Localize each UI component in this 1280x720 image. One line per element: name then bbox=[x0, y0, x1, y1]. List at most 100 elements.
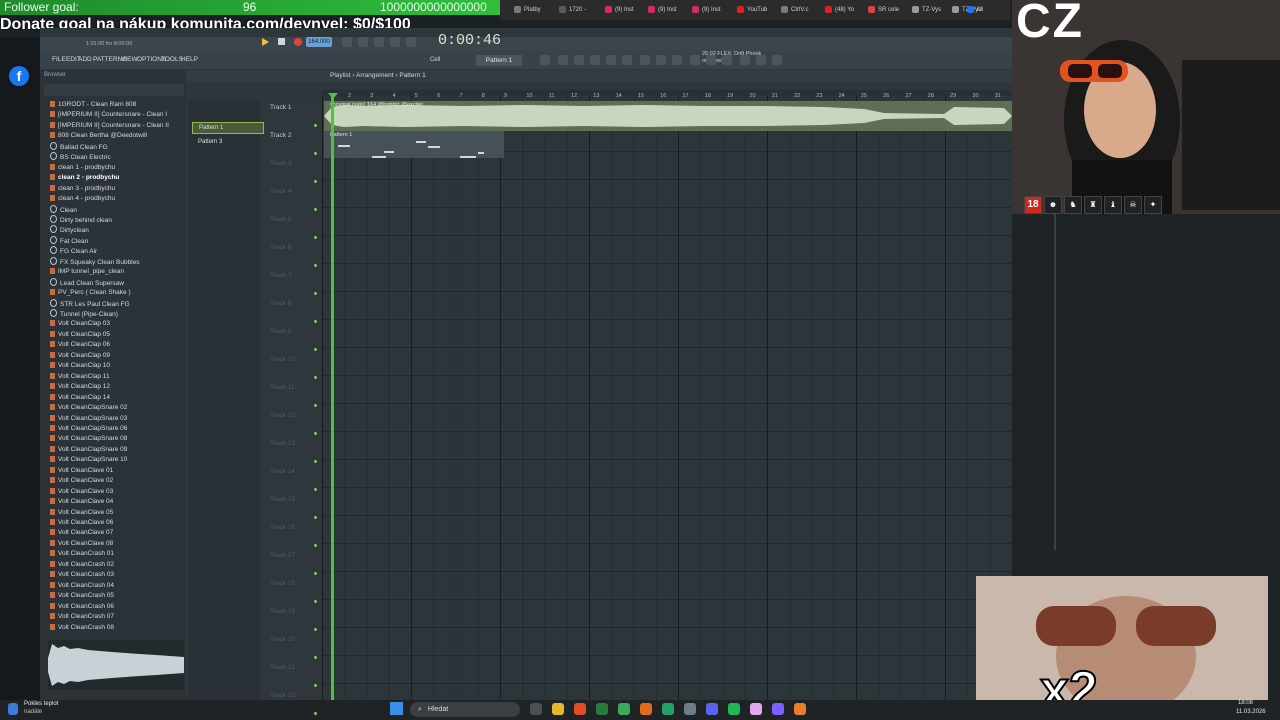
taskbar-app-icon[interactable] bbox=[618, 703, 630, 715]
track-mute-led[interactable] bbox=[314, 600, 317, 603]
browser-item[interactable]: Volt CleanClap 03 bbox=[50, 319, 110, 329]
browser-item[interactable]: Volt CleanClapSnare 06 bbox=[50, 424, 127, 434]
play-icon[interactable] bbox=[262, 38, 269, 46]
browser-item[interactable]: 1GRODT - Clean Rarri 808 bbox=[50, 100, 136, 110]
toolbar-button[interactable] bbox=[390, 37, 400, 47]
toolbar-button[interactable] bbox=[740, 55, 750, 65]
track-mute-led[interactable] bbox=[314, 264, 317, 267]
browser-item[interactable]: Volt CleanCrash 04 bbox=[50, 581, 114, 591]
browser-item[interactable]: Tunnel (Pipe-Clean) bbox=[50, 309, 118, 320]
browser-item[interactable]: Volt CleanClapSnare 08 bbox=[50, 434, 127, 444]
track-header-label[interactable]: Track 18 bbox=[270, 580, 295, 587]
tempo-display[interactable]: 164.000 bbox=[306, 37, 332, 47]
taskbar-app-icon[interactable] bbox=[640, 703, 652, 715]
browser-item[interactable]: Clean bbox=[50, 204, 77, 216]
toolbar-button[interactable] bbox=[342, 37, 352, 47]
track-header-label[interactable]: Track 10 bbox=[270, 356, 295, 363]
browser-item[interactable]: Volt CleanClave 02 bbox=[50, 476, 113, 486]
toolbar-button[interactable] bbox=[722, 55, 732, 65]
browser-item[interactable]: clean 1 - prodbychu bbox=[50, 163, 115, 173]
track-mute-led[interactable] bbox=[314, 712, 317, 715]
taskbar-app-icon[interactable] bbox=[728, 703, 740, 715]
browser-tab[interactable]: (9) Inst bbox=[603, 3, 634, 17]
browser-item[interactable]: Volt CleanClave 05 bbox=[50, 508, 113, 518]
browser-item[interactable]: Lead Clean Supersaw bbox=[50, 277, 124, 289]
browser-item[interactable]: Volt CleanClap 09 bbox=[50, 351, 110, 361]
track-header-label[interactable]: Track 6 bbox=[270, 244, 291, 251]
toolbar-button[interactable] bbox=[540, 55, 550, 65]
track-header-label[interactable]: Track 14 bbox=[270, 468, 295, 475]
toolbar-button[interactable] bbox=[756, 55, 766, 65]
track-mute-led[interactable] bbox=[314, 656, 317, 659]
playhead-marker[interactable] bbox=[328, 93, 338, 99]
browser-item[interactable]: Volt CleanClave 08 bbox=[50, 539, 113, 549]
browser-tab[interactable]: (48) Yo bbox=[823, 3, 854, 17]
browser-item[interactable]: Volt CleanCrash 03 bbox=[50, 570, 114, 580]
browser-item[interactable]: Volt CleanCrash 06 bbox=[50, 602, 114, 612]
track-header-label[interactable]: Track 7 bbox=[270, 272, 291, 279]
pattern-item[interactable]: Pattern 1 bbox=[192, 122, 264, 134]
browser-item[interactable]: STR Les Paul Clean FG bbox=[50, 298, 130, 310]
toolbar-button[interactable] bbox=[606, 55, 616, 65]
browser-item[interactable]: Volt CleanClap 06 bbox=[50, 340, 110, 350]
browser-item[interactable]: Volt CleanClapSnare 09 bbox=[50, 445, 127, 455]
playlist-grid[interactable] bbox=[322, 96, 1012, 700]
toolbar-button[interactable] bbox=[640, 55, 650, 65]
track-mute-led[interactable] bbox=[314, 152, 317, 155]
browser-item[interactable]: IMP tunnel_pipe_clean bbox=[50, 267, 124, 277]
browser-item[interactable]: Volt CleanCrash 02 bbox=[50, 560, 114, 570]
toolbar-button[interactable] bbox=[358, 37, 368, 47]
track-mute-led[interactable] bbox=[314, 292, 317, 295]
browser-tab[interactable]: (9) Inst bbox=[690, 3, 721, 17]
browser-item[interactable]: clean 3 - prodbychu bbox=[50, 184, 115, 194]
clock-time[interactable]: 18:08 bbox=[1238, 700, 1253, 706]
toolbar-button[interactable] bbox=[406, 37, 416, 47]
browser-item[interactable]: Volt CleanClave 07 bbox=[50, 528, 113, 538]
toolbar-button[interactable] bbox=[622, 55, 632, 65]
browser-item[interactable]: PV_Perc ( Clean Shake ) bbox=[50, 288, 131, 298]
track-mute-led[interactable] bbox=[314, 376, 317, 379]
taskbar-app-icon[interactable] bbox=[574, 703, 586, 715]
browser-tab[interactable]: SR cele bbox=[866, 3, 899, 17]
browser-item[interactable]: Volt CleanClap 05 bbox=[50, 330, 110, 340]
track-mute-led[interactable] bbox=[314, 320, 317, 323]
track-header-label[interactable]: Track 15 bbox=[270, 496, 295, 503]
taskbar-app-icon[interactable] bbox=[552, 703, 564, 715]
browser-item[interactable]: Volt CleanClave 01 bbox=[50, 466, 113, 476]
browser-tab[interactable]: Mi bbox=[965, 3, 983, 17]
menu-view[interactable]: VIEW bbox=[121, 56, 138, 63]
track-header-label[interactable]: Track 16 bbox=[270, 524, 295, 531]
browser-item[interactable]: Volt CleanClapSnare 03 bbox=[50, 414, 127, 424]
facebook-icon[interactable]: f bbox=[9, 66, 29, 86]
toolbar-button[interactable] bbox=[656, 55, 666, 65]
toolbar-button[interactable] bbox=[374, 37, 384, 47]
browser-item[interactable]: FX Squeaky Clean Bubbles bbox=[50, 256, 140, 268]
browser-tab[interactable]: Platby bbox=[512, 3, 541, 17]
browser-item[interactable]: Volt CleanClave 03 bbox=[50, 487, 113, 497]
weather-icon[interactable] bbox=[8, 703, 18, 715]
menu-file[interactable]: FILE bbox=[52, 56, 66, 63]
taskbar-app-icon[interactable] bbox=[684, 703, 696, 715]
track-header-label[interactable]: Track 1 bbox=[270, 104, 291, 111]
browser-item[interactable]: Volt CleanClapSnare 02 bbox=[50, 403, 127, 413]
browser-tab[interactable]: TZ-Vys bbox=[910, 3, 941, 17]
pattern-item[interactable]: Pattern 3 bbox=[192, 137, 262, 147]
track-mute-led[interactable] bbox=[314, 684, 317, 687]
audio-clip[interactable] bbox=[324, 101, 1012, 131]
browser-item[interactable]: Volt CleanClap 10 bbox=[50, 361, 110, 371]
browser-item[interactable]: Volt CleanClave 04 bbox=[50, 497, 113, 507]
track-header-label[interactable]: Track 21 bbox=[270, 664, 295, 671]
browser-tab[interactable]: CtrlV.c bbox=[779, 3, 808, 17]
track-mute-led[interactable] bbox=[314, 544, 317, 547]
browser-tab[interactable]: 1720 - bbox=[557, 3, 586, 17]
browser-item[interactable]: Ballad Clean FG bbox=[50, 141, 108, 153]
weather-subtitle[interactable]: nadále bbox=[24, 709, 42, 715]
track-header-label[interactable]: Track 9 bbox=[270, 328, 291, 335]
track-header-label[interactable]: Track 20 bbox=[270, 636, 295, 643]
browser-item[interactable]: [IMPERIUM II] Countersnare - Clean II bbox=[50, 121, 169, 131]
track-header-label[interactable]: Track 22 bbox=[270, 692, 295, 699]
toolbar-button[interactable] bbox=[706, 55, 716, 65]
toolbar-button[interactable] bbox=[772, 55, 782, 65]
track-header-label[interactable]: Track 12 bbox=[270, 412, 295, 419]
menu-add[interactable]: ADD bbox=[78, 56, 92, 63]
